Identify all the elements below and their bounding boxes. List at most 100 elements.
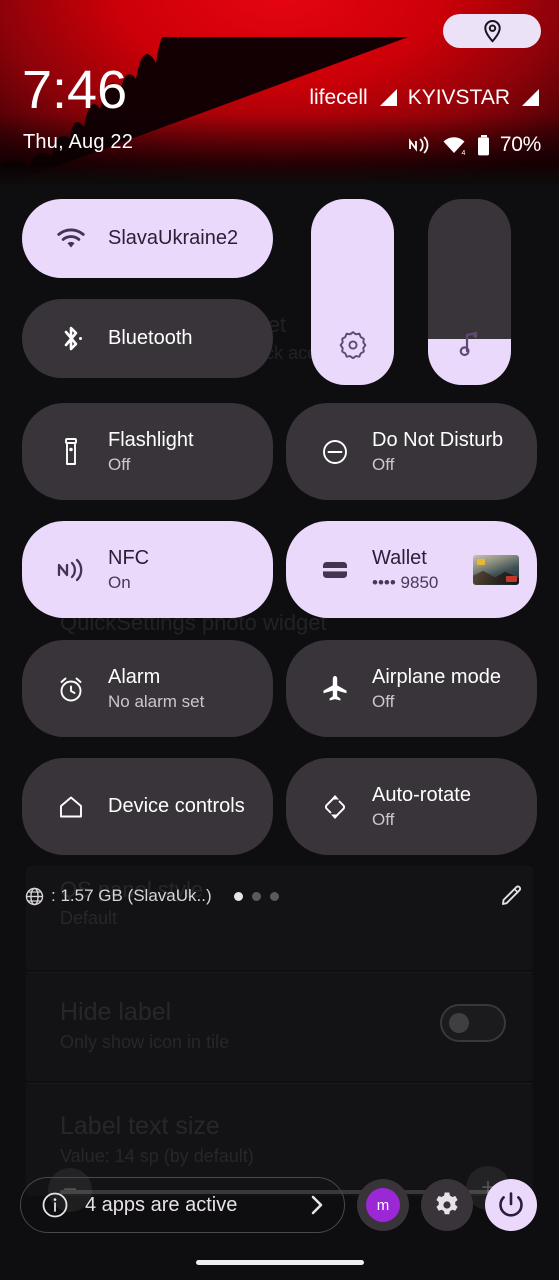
media-volume-slider[interactable] [428, 199, 511, 385]
music-note-icon [455, 329, 485, 359]
background-row-subtitle: Value: 14 sp (by default) [60, 1146, 254, 1166]
page-dot-2[interactable] [251, 891, 261, 901]
status-icon-group: 4 70% [408, 133, 541, 157]
battery-percent-label: 70% [499, 133, 541, 156]
tile-bluetooth[interactable]: Bluetooth [22, 299, 273, 378]
svg-text:4: 4 [461, 150, 465, 156]
bottom-action-bar: 4 apps are active m [0, 1174, 559, 1236]
nfc-icon [54, 553, 88, 587]
carrier-status-group: lifecell KYIVSTAR [309, 86, 541, 110]
carrier-1-label: lifecell [309, 86, 368, 109]
tile-text: Wallet •••• 9850 [372, 546, 438, 594]
bluetooth-icon [54, 322, 88, 356]
tile-text: Auto-rotate Off [372, 783, 471, 831]
do-not-disturb-icon [318, 435, 352, 469]
tile-text: Alarm No alarm set [108, 665, 204, 713]
tile-flashlight[interactable]: Flashlight Off [22, 403, 273, 500]
tile-device-controls[interactable]: Device controls [22, 758, 273, 855]
tile-text: Bluetooth [108, 326, 193, 351]
battery-icon [477, 134, 489, 155]
edit-tiles-button[interactable] [497, 881, 527, 911]
home-icon [54, 790, 88, 824]
tile-sublabel: Off [372, 809, 395, 829]
tile-label: SlavaUkraine2 [108, 227, 239, 249]
signal-bars-icon-2 [522, 89, 539, 106]
tile-label: Auto-rotate [372, 783, 471, 806]
tile-sublabel: No alarm set [108, 691, 205, 711]
tile-label: Alarm [108, 665, 161, 688]
airplane-icon [318, 672, 352, 706]
background-row-subtitle: Only show icon in tile [60, 1032, 230, 1052]
data-usage-label: : 1.57 GB (SlavaUk..) [51, 886, 212, 905]
card-chip [477, 558, 485, 565]
tile-sublabel: •••• 9850 [372, 572, 439, 592]
background-row-title: Hide label [60, 998, 172, 1026]
tile-sublabel: Off [372, 454, 395, 474]
active-apps-label: 4 apps are active [85, 1193, 238, 1216]
flashlight-icon [54, 435, 88, 469]
tile-label: Bluetooth [108, 327, 193, 349]
tile-text: Do Not Disturb Off [372, 428, 503, 476]
power-button[interactable] [485, 1179, 537, 1231]
tile-wallet[interactable]: Wallet •••• 9850 [286, 521, 537, 618]
tile-sublabel: On [108, 572, 131, 592]
tile-text: Device controls [108, 794, 245, 819]
tile-label: Do Not Disturb [372, 428, 504, 451]
tile-sublabel: Off [108, 454, 131, 474]
tile-text: Flashlight Off [108, 428, 194, 476]
tile-label: Flashlight [108, 428, 194, 451]
nfc-icon [408, 136, 429, 154]
power-icon [499, 1192, 523, 1217]
clock-time: 7:46 [22, 60, 128, 120]
data-usage-row: : 1.57 GB (SlavaUk..) [0, 878, 559, 914]
auto-rotate-icon [318, 790, 352, 824]
active-apps-chip[interactable]: 4 apps are active [20, 1177, 345, 1233]
quick-settings-screen: QuickSettings Show toggle for adaptive b… [0, 0, 559, 1280]
background-row-hide-label: Hide label Only show icon in tile [60, 995, 229, 1055]
page-dot-1[interactable] [233, 891, 243, 901]
globe-icon [25, 887, 44, 905]
tile-wifi[interactable]: SlavaUkraine2 [22, 199, 273, 278]
location-pin-icon [483, 19, 501, 43]
page-dot-3[interactable] [269, 891, 279, 901]
card-logo [506, 575, 517, 582]
avatar: m [366, 1188, 400, 1222]
location-indicator-pill[interactable] [443, 14, 541, 48]
clock-date: Thu, Aug 22 [23, 131, 134, 153]
tile-auto-rotate[interactable]: Auto-rotate Off [286, 758, 537, 855]
background-hide-label-toggle[interactable] [440, 1004, 506, 1042]
carrier-2-label: KYIVSTAR [407, 86, 510, 109]
pencil-edit-icon [502, 885, 522, 905]
tile-nfc[interactable]: NFC On [22, 521, 273, 618]
wallet-icon [318, 553, 352, 587]
tile-sublabel: Off [372, 691, 395, 711]
brightness-slider[interactable] [311, 199, 394, 385]
tile-label: Airplane mode [372, 665, 501, 688]
navigation-home-pill[interactable] [195, 1260, 364, 1265]
tile-label: Device controls [108, 795, 245, 817]
tile-text: Airplane mode Off [372, 665, 501, 713]
gear-icon [436, 1192, 458, 1215]
tile-label: Wallet [372, 546, 427, 569]
signal-bars-icon-1 [379, 89, 397, 106]
page-indicator-dots[interactable] [233, 891, 279, 901]
info-circle-icon [42, 1192, 68, 1218]
tile-text: NFC On [108, 546, 149, 594]
tile-do-not-disturb[interactable]: Do Not Disturb Off [286, 403, 537, 500]
background-row-title: Label text size [60, 1112, 220, 1140]
chevron-right-icon [311, 1195, 323, 1215]
data-usage-indicator[interactable]: : 1.57 GB (SlavaUk..) [25, 886, 212, 906]
status-header: 7:46 Thu, Aug 22 lifecell KYIVSTAR 4 70% [0, 0, 559, 185]
settings-button[interactable] [421, 1179, 473, 1231]
brightness-gear-icon [338, 329, 368, 359]
tile-text: SlavaUkraine2 [108, 226, 238, 251]
alarm-clock-icon [54, 672, 88, 706]
background-row-label-text-size: Label text size Value: 14 sp (by default… [60, 1109, 254, 1169]
wifi-icon [54, 222, 88, 256]
wifi-icon: 4 [443, 137, 465, 156]
wallet-card-thumbnail [473, 554, 519, 585]
tile-alarm[interactable]: Alarm No alarm set [22, 640, 273, 737]
user-switcher-button[interactable]: m [357, 1179, 409, 1231]
tile-label: NFC [108, 546, 150, 569]
tile-airplane-mode[interactable]: Airplane mode Off [286, 640, 537, 737]
